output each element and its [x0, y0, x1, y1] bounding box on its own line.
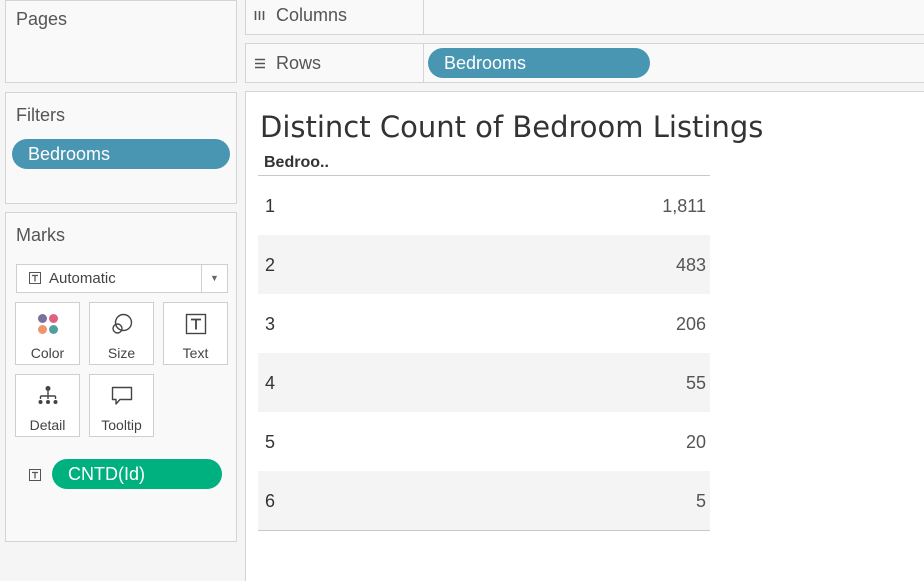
column-header-bedrooms[interactable]: Bedroo.. — [258, 154, 710, 176]
marks-card-title: Marks — [16, 225, 65, 245]
filter-pill-bedrooms[interactable]: Bedrooms — [12, 139, 230, 169]
rows-pill-bedrooms[interactable]: Bedrooms — [428, 48, 650, 78]
mark-type-label: Automatic — [49, 270, 116, 287]
row-category: 6 — [265, 491, 276, 511]
size-button[interactable]: Size — [89, 302, 154, 365]
table-row[interactable]: 2 483 — [258, 235, 710, 294]
text-icon — [185, 313, 207, 335]
filters-card[interactable]: Filters Bedrooms — [5, 92, 237, 204]
table-row[interactable]: 3 206 — [258, 294, 710, 353]
text-button-label: Text — [182, 345, 209, 361]
viz-title: Distinct Count of Bedroom Listings — [260, 110, 764, 144]
size-icon — [112, 313, 133, 334]
row-category: 3 — [265, 314, 276, 334]
rows-shelf-label: Rows — [254, 44, 424, 82]
table-row[interactable]: 5 20 — [258, 412, 710, 471]
filters-card-title: Filters — [16, 105, 65, 125]
columns-shelf-label: Columns — [254, 0, 424, 34]
row-value[interactable]: 5 — [696, 491, 706, 512]
row-value[interactable]: 20 — [686, 432, 706, 453]
row-category: 2 — [265, 255, 276, 275]
columns-shelf[interactable]: Columns — [245, 0, 924, 35]
pages-card-title: Pages — [16, 9, 68, 29]
row-value[interactable]: 55 — [686, 373, 706, 394]
mark-type-dropdown[interactable]: Automatic ▼ — [16, 264, 228, 293]
row-value[interactable]: 1,811 — [662, 196, 706, 217]
viz-canvas[interactable]: Distinct Count of Bedroom Listings Bedro… — [245, 91, 924, 581]
size-button-label: Size — [107, 345, 136, 361]
columns-icon — [254, 0, 276, 36]
row-category: 5 — [265, 432, 276, 452]
tooltip-button-label: Tooltip — [101, 417, 142, 433]
detail-button-label: Detail — [29, 417, 66, 433]
row-value[interactable]: 483 — [676, 255, 706, 276]
text-encoding-icon[interactable] — [29, 468, 41, 486]
marks-card[interactable]: Marks Automatic ▼ Color Size Text Detail… — [5, 212, 237, 542]
chevron-down-icon[interactable]: ▼ — [201, 265, 227, 292]
data-table: 1 1,811 2 483 3 206 4 55 5 20 6 5 — [258, 176, 710, 531]
rows-label-text: Rows — [276, 53, 322, 73]
table-row[interactable]: 1 1,811 — [258, 176, 710, 235]
tooltip-button[interactable]: Tooltip — [89, 374, 154, 437]
text-mark-icon — [29, 271, 41, 288]
columns-label-text: Columns — [276, 5, 348, 25]
tooltip-icon — [111, 386, 133, 405]
pages-card[interactable]: Pages — [5, 0, 237, 83]
detail-button[interactable]: Detail — [15, 374, 80, 437]
color-icon — [38, 314, 58, 334]
color-button[interactable]: Color — [15, 302, 80, 365]
row-category: 1 — [265, 196, 276, 216]
table-row[interactable]: 65 — [258, 471, 710, 530]
color-button-label: Color — [30, 345, 65, 361]
row-category: 4 — [265, 373, 276, 393]
detail-icon — [38, 386, 58, 404]
text-button[interactable]: Text — [163, 302, 228, 365]
rows-shelf[interactable]: Rows Bedrooms — [245, 43, 924, 83]
row-value[interactable]: 206 — [676, 314, 706, 335]
rows-icon — [254, 46, 276, 84]
measure-pill-cntd-id[interactable]: CNTD(Id) — [52, 459, 222, 489]
table-row[interactable]: 4 55 — [258, 353, 710, 412]
